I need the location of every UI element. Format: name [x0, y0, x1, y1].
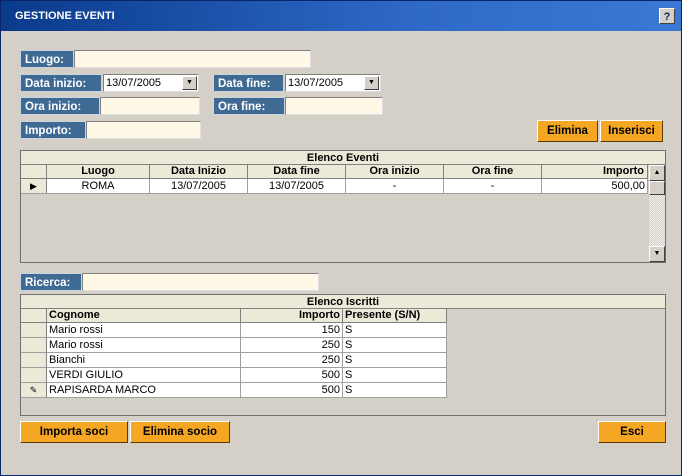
iscritti-cell-importo[interactable]: 250: [241, 338, 343, 353]
eventi-header-ora-fine[interactable]: Ora fine: [444, 165, 542, 179]
ricerca-input[interactable]: [82, 273, 319, 291]
elimina-socio-button[interactable]: Elimina socio: [130, 421, 230, 443]
scroll-thumb[interactable]: [649, 181, 665, 195]
row-indicator: [21, 338, 47, 353]
iscritti-grid: Elenco Iscritti Cognome Importo Presente…: [20, 294, 666, 416]
ricerca-label: Ricerca:: [20, 273, 82, 291]
eventi-header-ora-inizio[interactable]: Ora inizio: [346, 165, 444, 179]
esci-button[interactable]: Esci: [598, 421, 666, 443]
iscritti-cell-cognome[interactable]: VERDI GIULIO: [47, 368, 241, 383]
data-fine-combo[interactable]: 13/07/2005 ▼: [285, 74, 381, 92]
scroll-down-icon[interactable]: ▼: [649, 246, 665, 262]
eventi-cell-data-inizio[interactable]: 13/07/2005: [150, 179, 248, 194]
iscritti-cell-presente[interactable]: S: [343, 353, 447, 368]
iscritti-cell-presente[interactable]: S: [343, 323, 447, 338]
iscritti-header-importo[interactable]: Importo: [241, 309, 343, 323]
iscritti-cell-presente[interactable]: S: [343, 368, 447, 383]
luogo-input[interactable]: [74, 50, 311, 68]
iscritti-header-cognome[interactable]: Cognome: [47, 309, 241, 323]
pencil-icon: ✎: [21, 383, 47, 398]
ora-inizio-label: Ora inizio:: [20, 97, 100, 115]
importo-label: Importo:: [20, 121, 86, 139]
chevron-down-icon[interactable]: ▼: [182, 76, 197, 90]
ora-inizio-input[interactable]: [100, 97, 200, 115]
ora-fine-label: Ora fine:: [213, 97, 285, 115]
iscritti-cell-cognome[interactable]: Mario rossi: [47, 323, 241, 338]
data-inizio-combo[interactable]: 13/07/2005 ▼: [103, 74, 199, 92]
data-fine-value: 13/07/2005: [288, 77, 344, 89]
iscritti-header-presente[interactable]: Presente (S/N): [343, 309, 447, 323]
eventi-scrollbar[interactable]: ▲ ▼: [649, 165, 665, 262]
eventi-header-data-fine[interactable]: Data fine: [248, 165, 346, 179]
eventi-grid-title: Elenco Eventi: [21, 151, 665, 165]
scroll-up-icon[interactable]: ▲: [649, 165, 665, 181]
elimina-button[interactable]: Elimina: [537, 120, 598, 142]
gestione-eventi-window: GESTIONE EVENTI ? Luogo: Data inizio: 13…: [0, 0, 682, 476]
eventi-grid: Elenco Eventi Luogo Data Inizio Data fin…: [20, 150, 666, 263]
iscritti-cell-importo[interactable]: 250: [241, 353, 343, 368]
client-area: Luogo: Data inizio: 13/07/2005 ▼ Data fi…: [2, 31, 680, 475]
iscritti-cell-importo[interactable]: 150: [241, 323, 343, 338]
row-pointer-icon: ▶: [21, 179, 47, 194]
row-indicator: [21, 323, 47, 338]
row-indicator: [21, 368, 47, 383]
data-inizio-label: Data inizio:: [20, 74, 102, 92]
iscritti-grid-title: Elenco Iscritti: [21, 295, 665, 309]
iscritti-cell-cognome[interactable]: Bianchi: [47, 353, 241, 368]
iscritti-cell-cognome[interactable]: RAPISARDA MARCO: [47, 383, 241, 398]
iscritti-cell-cognome[interactable]: Mario rossi: [47, 338, 241, 353]
inserisci-button[interactable]: Inserisci: [600, 120, 663, 142]
eventi-header-data-inizio[interactable]: Data Inizio: [150, 165, 248, 179]
eventi-cell-ora-fine[interactable]: -: [444, 179, 542, 194]
chevron-down-icon[interactable]: ▼: [364, 76, 379, 90]
iscritti-cell-presente[interactable]: S: [343, 383, 447, 398]
luogo-label: Luogo:: [20, 50, 74, 68]
eventi-cell-data-fine[interactable]: 13/07/2005: [248, 179, 346, 194]
eventi-cell-ora-inizio[interactable]: -: [346, 179, 444, 194]
window-title: GESTIONE EVENTI: [15, 10, 115, 22]
row-indicator: [21, 353, 47, 368]
data-fine-label: Data fine:: [213, 74, 284, 92]
iscritti-header-indicator: [21, 309, 47, 323]
data-inizio-value: 13/07/2005: [106, 77, 162, 89]
help-button[interactable]: ?: [659, 8, 675, 24]
eventi-header-importo[interactable]: Importo: [542, 165, 648, 179]
eventi-header-indicator: [21, 165, 47, 179]
iscritti-cell-presente[interactable]: S: [343, 338, 447, 353]
ora-fine-input[interactable]: [285, 97, 383, 115]
eventi-cell-luogo[interactable]: ROMA: [47, 179, 150, 194]
importo-input[interactable]: [86, 121, 201, 139]
title-bar: GESTIONE EVENTI ?: [1, 1, 681, 31]
eventi-header-luogo[interactable]: Luogo: [47, 165, 150, 179]
eventi-cell-importo[interactable]: 500,00: [542, 179, 648, 194]
importa-soci-button[interactable]: Importa soci: [20, 421, 128, 443]
iscritti-cell-importo[interactable]: 500: [241, 368, 343, 383]
iscritti-cell-importo[interactable]: 500: [241, 383, 343, 398]
